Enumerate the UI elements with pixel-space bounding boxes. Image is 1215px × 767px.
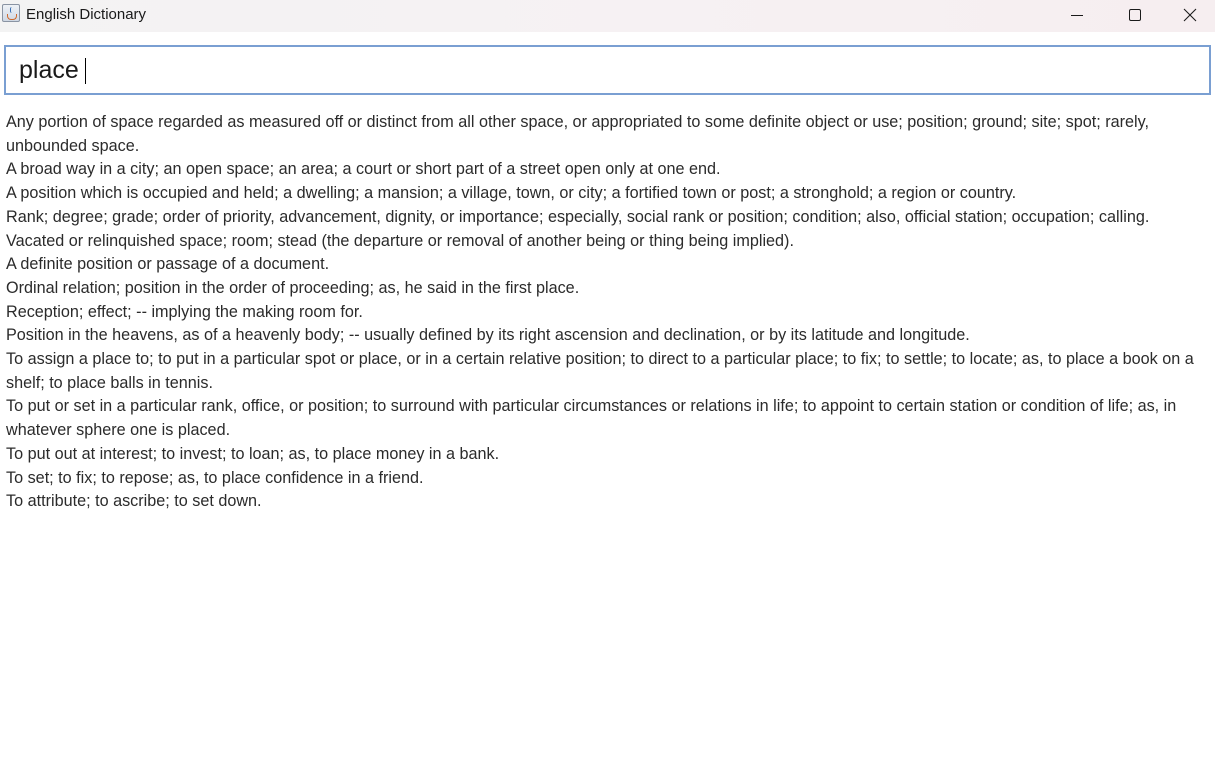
definition-item: To attribute; to ascribe; to set down. [6, 492, 262, 511]
definition-item: Position in the heavens, as of a heavenl… [6, 326, 970, 345]
definition-item: To put or set in a particular rank, offi… [6, 397, 1177, 440]
text-caret [85, 58, 86, 84]
definition-item: To put out at interest; to invest; to lo… [6, 444, 500, 463]
search-input[interactable] [6, 47, 1209, 93]
app-window: English Dictionary Any portion of space … [0, 0, 1215, 767]
close-icon [1183, 8, 1196, 22]
definitions-list: Any portion of space regarded as measure… [6, 111, 1212, 514]
search-field-container [4, 45, 1211, 95]
minimize-button[interactable] [1048, 0, 1106, 30]
definition-item: Reception; effect; -- implying the makin… [6, 302, 363, 321]
definition-item: Any portion of space regarded as measure… [6, 113, 1150, 155]
close-button[interactable] [1164, 0, 1215, 30]
minimize-icon [1071, 15, 1083, 16]
java-cup-icon [2, 4, 20, 22]
definition-item: Ordinal relation; position in the order … [6, 278, 580, 297]
definition-item: Vacated or relinquished space; room; ste… [6, 231, 794, 250]
window-title: English Dictionary [26, 6, 147, 23]
title-bar[interactable]: English Dictionary [0, 0, 1215, 32]
definition-item: A position which is occupied and held; a… [6, 184, 1017, 203]
definition-item: To set; to fix; to repose; as, to place … [6, 468, 424, 487]
maximize-button[interactable] [1106, 0, 1164, 30]
definition-item: To assign a place to; to put in a partic… [6, 350, 1194, 392]
maximize-icon [1129, 9, 1141, 21]
definition-item: Rank; degree; grade; order of priority, … [6, 207, 1150, 226]
definition-item: A definite position or passage of a docu… [6, 255, 330, 274]
definition-item: A broad way in a city; an open space; an… [6, 160, 721, 179]
